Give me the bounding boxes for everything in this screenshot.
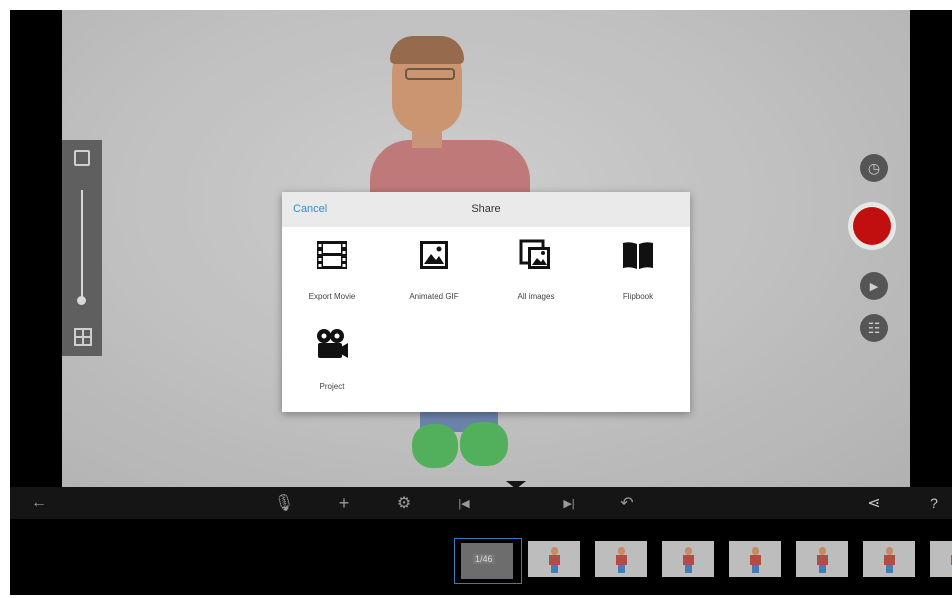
share-option-label: Flipbook [622,292,654,301]
share-option-label: All images [517,292,555,301]
onion-skin-panel [62,140,102,356]
frame-filmstrip: 1/46 [10,519,952,595]
bottom-toolbar: ← 🎙 + ⚙ |◀ ▶| ↶ ⋖ ? [10,481,952,519]
grid-icon[interactable] [74,328,92,346]
onion-skin-slider[interactable] [81,190,83,300]
layers-icon[interactable] [74,150,90,166]
skip-end-icon[interactable]: ▶| [555,487,583,519]
frame-thumbnail[interactable] [528,541,580,577]
share-export-movie[interactable]: Export Movie [282,238,382,301]
share-option-label: Animated GIF [409,292,459,301]
share-dialog: Cancel Share Export Movie Animated GIF A… [282,192,690,412]
book-icon [623,242,653,269]
sliders-icon: ☷ [867,319,881,336]
help-icon[interactable]: ? [920,487,948,519]
frame-thumbnail[interactable] [863,541,915,577]
current-frame[interactable]: 1/46 [454,538,522,584]
undo-icon[interactable]: ↶ [613,487,641,519]
movie-camera-icon [317,329,348,358]
share-icon[interactable]: ⋖ [860,487,888,519]
share-project[interactable]: Project [282,328,382,391]
frame-thumbnail[interactable] [930,541,952,577]
share-all-images[interactable]: All images [486,238,586,301]
share-flipbook[interactable]: Flipbook [588,238,688,301]
frame-counter: 1/46 [473,554,495,564]
frame-thumbnail[interactable] [796,541,848,577]
play-icon: ▶ [869,280,879,293]
record-button[interactable] [848,202,896,250]
back-arrow-icon[interactable]: ← [25,487,53,519]
play-button[interactable]: ▶ [860,272,888,300]
image-icon [420,241,448,269]
skip-start-icon[interactable]: |◀ [450,487,478,519]
onion-skin-slider-knob[interactable] [77,296,86,305]
share-dialog-title: Share [471,203,501,215]
frame-thumbnail[interactable] [595,541,647,577]
timer-button[interactable]: ◷ [860,154,888,182]
share-animated-gif[interactable]: Animated GIF [384,238,484,301]
microphone-icon[interactable]: 🎙 [270,487,298,519]
gear-icon[interactable]: ⚙ [390,487,418,519]
film-icon [317,241,347,269]
add-icon[interactable]: + [330,487,358,519]
clock-icon: ◷ [867,159,881,176]
playhead-marker [506,481,526,489]
share-dialog-header: Cancel Share [282,192,690,227]
frame-thumbnail[interactable] [729,541,781,577]
frame-thumbnail[interactable] [662,541,714,577]
share-option-label: Project [319,382,345,391]
record-icon [853,207,891,245]
settings-sliders-button[interactable]: ☷ [860,314,888,342]
images-stack-icon [519,239,550,269]
share-option-label: Export Movie [308,292,356,301]
